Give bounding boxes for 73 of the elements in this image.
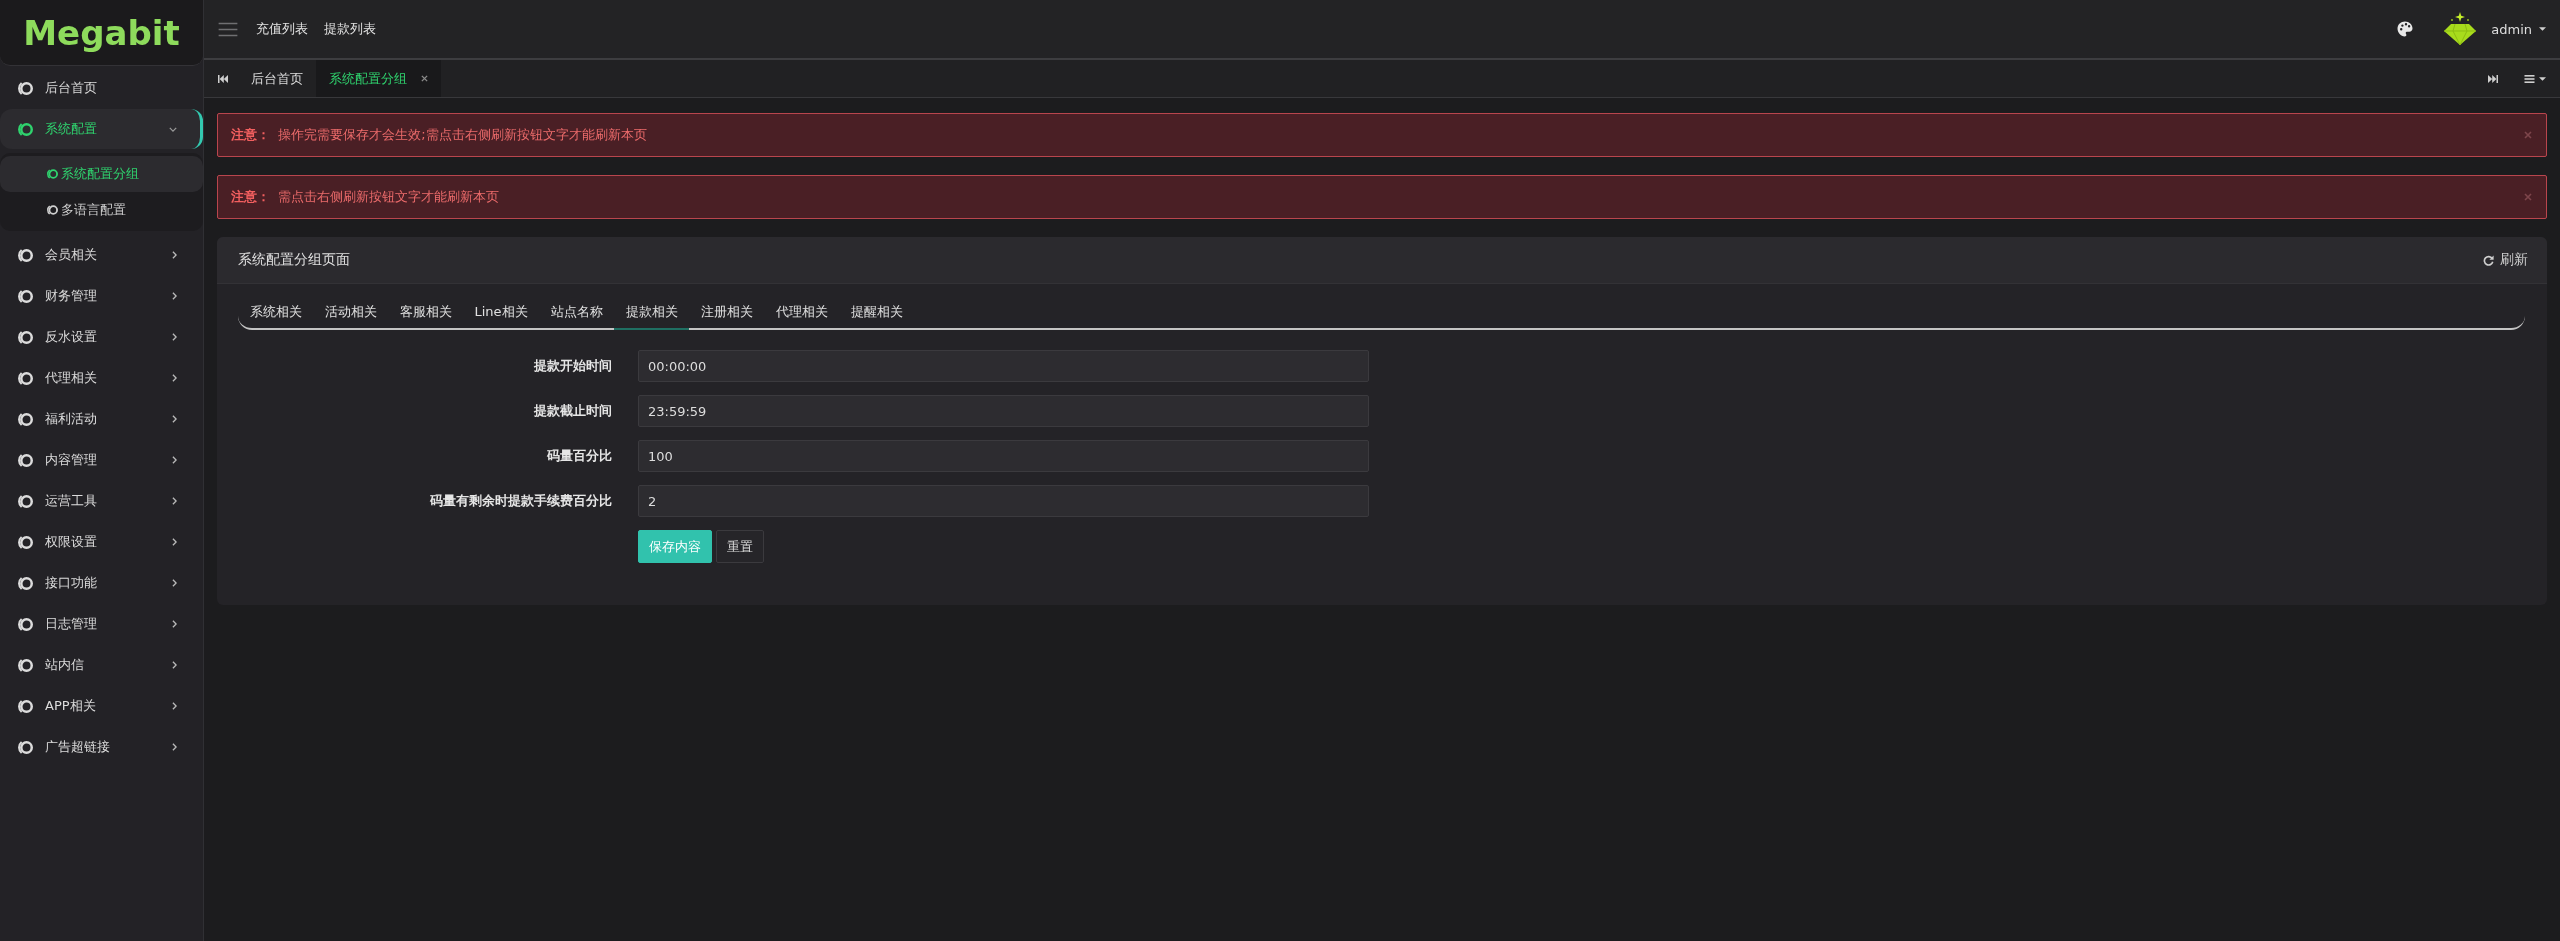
- list-icon: [2524, 74, 2535, 83]
- user-menu[interactable]: admin: [2491, 21, 2546, 37]
- ring-icon: [18, 248, 33, 262]
- tab[interactable]: 站点名称: [539, 296, 615, 328]
- ring-icon: [18, 122, 33, 136]
- tab[interactable]: 提醒相关: [839, 296, 915, 328]
- skip-back-icon[interactable]: [218, 75, 228, 83]
- nav-link[interactable]: 提款列表: [324, 20, 376, 38]
- ring-icon: [47, 169, 58, 179]
- sidebar-item[interactable]: 权限设置: [0, 522, 203, 562]
- ring-icon: [18, 81, 33, 95]
- sidebar-item[interactable]: 福利活动: [0, 399, 203, 439]
- tab[interactable]: 代理相关: [764, 296, 840, 328]
- logo: Megabit: [0, 0, 203, 66]
- field-label: 提款截止时间: [533, 402, 612, 420]
- tab[interactable]: 系统相关: [238, 296, 313, 328]
- input-field[interactable]: 100: [638, 440, 1369, 472]
- tab-options-button[interactable]: [2524, 74, 2546, 83]
- input-field[interactable]: 23:59:59: [638, 395, 1369, 427]
- input-field[interactable]: 00:00:00: [638, 350, 1369, 382]
- sidebar-subitem[interactable]: 多语言配置: [0, 192, 203, 228]
- ring-icon: [18, 617, 33, 631]
- sidebar-item[interactable]: 财务管理: [0, 276, 203, 316]
- caret-icon: [2539, 76, 2546, 81]
- refresh-button[interactable]: 刷新: [2483, 251, 2528, 269]
- ring-icon: [18, 330, 33, 344]
- palette-icon[interactable]: [2397, 21, 2414, 37]
- ring-icon: [18, 699, 33, 713]
- sidebar-item[interactable]: 后台首页: [0, 68, 203, 108]
- tab[interactable]: 提款相关: [614, 296, 690, 330]
- skip-forward-icon[interactable]: [2488, 74, 2498, 83]
- tab[interactable]: Line相关: [463, 296, 540, 328]
- tab[interactable]: 客服相关: [388, 296, 463, 328]
- input-field[interactable]: 2: [638, 485, 1369, 517]
- ring-icon: [18, 658, 33, 672]
- alert-text: 注意： 操作完需要保存才会生效;需点击右侧刷新按钮文字才能刷新本页: [231, 126, 648, 144]
- page-tab[interactable]: 系统配置分组: [316, 60, 441, 97]
- ring-icon: [18, 535, 33, 549]
- field-label: 提款开始时间: [533, 357, 612, 375]
- sidebar-subitem[interactable]: 系统配置分组: [0, 156, 203, 192]
- ring-icon: [18, 289, 33, 303]
- ring-icon: [18, 453, 33, 467]
- tab[interactable]: 活动相关: [313, 296, 388, 328]
- sidebar-item[interactable]: 系统配置: [0, 109, 203, 149]
- ring-icon: [18, 412, 33, 426]
- page-tab[interactable]: 后台首页: [238, 60, 316, 97]
- alert-text: 注意： 需点击右侧刷新按钮文字才能刷新本页: [231, 188, 501, 206]
- nav-link[interactable]: 充值列表: [256, 20, 308, 38]
- ring-icon: [18, 371, 33, 385]
- sidebar-item[interactable]: 日志管理: [0, 604, 203, 644]
- field-label: 码量百分比: [546, 447, 612, 465]
- sidebar-item[interactable]: 接口功能: [0, 563, 203, 603]
- sidebar-item[interactable]: APP相关: [0, 686, 203, 726]
- close-icon[interactable]: [421, 75, 428, 82]
- ring-icon: [47, 205, 58, 215]
- ring-icon: [18, 740, 33, 754]
- sidebar-item[interactable]: 反水设置: [0, 317, 203, 357]
- field-label: 码量有剩余时提款手续费百分比: [429, 492, 612, 510]
- menu-icon[interactable]: [218, 21, 238, 37]
- sidebar-item[interactable]: 运营工具: [0, 481, 203, 521]
- sidebar-item[interactable]: 会员相关: [0, 235, 203, 275]
- sidebar-item[interactable]: 站内信: [0, 645, 203, 685]
- sidebar-item[interactable]: 内容管理: [0, 440, 203, 480]
- ring-icon: [18, 576, 33, 590]
- tab[interactable]: 注册相关: [689, 296, 765, 328]
- panel-title: 系统配置分组页面: [238, 251, 350, 269]
- ring-icon: [18, 494, 33, 508]
- sidebar-item[interactable]: 广告超链接: [0, 727, 203, 767]
- caret-icon: [2539, 27, 2546, 31]
- reset-button[interactable]: 重置: [716, 530, 764, 563]
- refresh-icon: [2483, 254, 2494, 266]
- diamond-icon: [2443, 12, 2478, 46]
- sidebar-item[interactable]: 代理相关: [0, 358, 203, 398]
